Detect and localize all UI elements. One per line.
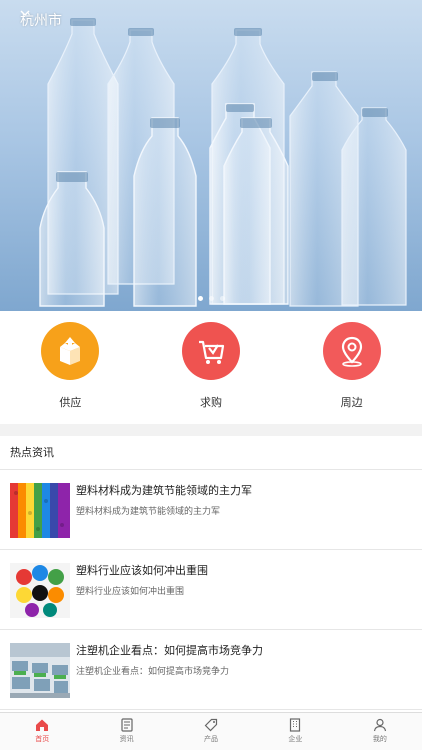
news-thumbnail xyxy=(10,483,70,538)
tab-label: 我的 xyxy=(372,735,387,743)
news-subtitle: 注塑机企业看点：如何提高市场竞争力 xyxy=(76,667,230,677)
tab-label: 资讯 xyxy=(119,735,134,743)
carousel-dot[interactable] xyxy=(197,296,203,301)
news-item[interactable]: 塑料行业应该如何冲出重围 塑料行业应该如何冲出重围 xyxy=(0,550,422,630)
news-title: 注塑机企业看点：如何提高市场竞争力 xyxy=(76,644,263,657)
tab-profile[interactable]: 我的 xyxy=(338,713,422,750)
banner-carousel[interactable]: 杭州市 xyxy=(0,0,422,311)
cart-icon xyxy=(182,322,240,380)
tab-label: 首页 xyxy=(35,735,50,743)
home-icon xyxy=(36,719,49,731)
news-item[interactable]: 注塑机企业看点：如何提高市场竞争力 注塑机企业看点：如何提高市场竞争力 xyxy=(0,630,422,710)
tab-label: 产品 xyxy=(204,735,219,743)
city-selector[interactable]: 杭州市 xyxy=(20,10,62,30)
carousel-dot[interactable] xyxy=(208,296,214,301)
category-supply[interactable]: 供应 xyxy=(0,311,141,424)
news-subtitle: 塑料材料成为建筑节能领域的主力军 xyxy=(76,507,221,517)
bottom-tab-bar: 首页 资讯 产品 企业 我的 xyxy=(0,712,422,750)
box-icon xyxy=(41,322,100,380)
category-nearby[interactable]: 周边 xyxy=(281,311,422,424)
tab-companies[interactable]: 企业 xyxy=(253,713,337,750)
category-grid: 供应 求购 周边 xyxy=(0,311,422,424)
category-label: 求购 xyxy=(200,396,222,409)
section-title: 热点资讯 xyxy=(0,436,422,470)
chevron-down-icon xyxy=(20,10,30,17)
category-label: 供应 xyxy=(59,396,82,409)
bottles-image xyxy=(39,18,407,307)
tab-home[interactable]: 首页 xyxy=(0,713,84,750)
tab-products[interactable]: 产品 xyxy=(169,713,253,750)
category-label: 周边 xyxy=(340,396,363,409)
tab-label: 企业 xyxy=(288,735,303,743)
news-subtitle: 塑料行业应该如何冲出重围 xyxy=(76,587,185,597)
news-title: 塑料行业应该如何冲出重围 xyxy=(76,564,208,577)
category-purchase[interactable]: 求购 xyxy=(141,311,282,424)
hot-news-section: 热点资讯 塑料材料成为建筑节能领域的主力军 塑料材料成为建筑节能领域的主力军 塑… xyxy=(0,436,422,712)
news-title: 塑料材料成为建筑节能领域的主力军 xyxy=(76,484,252,497)
news-item[interactable]: 塑料材料成为建筑节能领域的主力军 塑料材料成为建筑节能领域的主力军 xyxy=(0,470,422,550)
carousel-dot[interactable] xyxy=(219,296,225,301)
tab-news[interactable]: 资讯 xyxy=(84,713,168,750)
building-icon xyxy=(290,718,301,732)
news-thumbnail xyxy=(10,643,70,698)
news-thumbnail xyxy=(10,563,70,618)
carousel-indicator xyxy=(0,296,422,301)
document-icon xyxy=(121,718,133,732)
user-icon xyxy=(373,718,386,732)
location-pin-icon xyxy=(322,322,381,380)
tag-icon xyxy=(204,718,218,732)
